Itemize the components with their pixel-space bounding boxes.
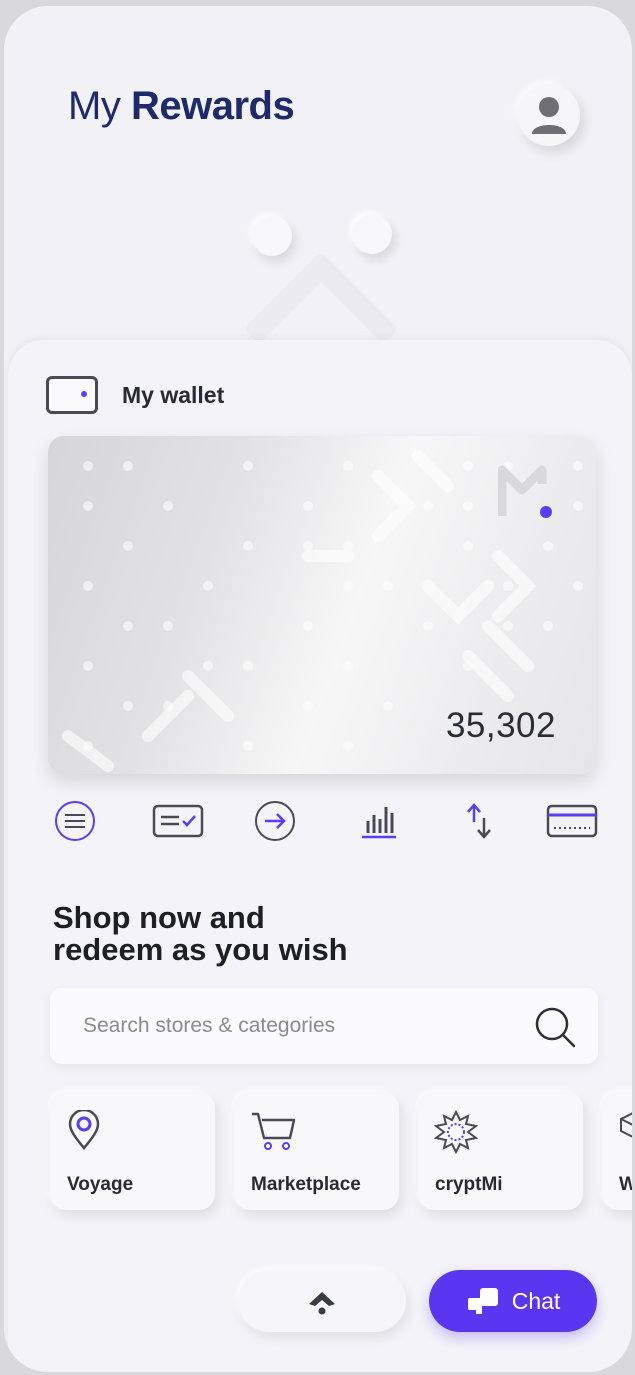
credit-card-icon [546,804,598,838]
category-list: Voyage Marketplace cryptMi W [50,1092,632,1212]
category-label: Marketplace [251,1174,361,1195]
bar-chart-icon [362,807,396,839]
wallet-header: My wallet [46,376,224,414]
decorative-ball [352,214,392,254]
shop-heading: Shop now and redeem as you wish [53,902,348,966]
category-label: W [619,1174,632,1195]
category-marketplace[interactable]: Marketplace [234,1092,399,1210]
search-input[interactable]: Search stores & categories [83,1014,335,1038]
chat-icon [467,1288,498,1314]
action-card[interactable] [544,796,600,846]
location-pin-icon [68,1110,100,1150]
action-card-check[interactable] [148,796,208,846]
cube-icon [620,1112,632,1138]
header: My Rewards [4,6,632,407]
decorative-ball [252,216,292,256]
shop-heading-line1: Shop now and [53,900,265,935]
wallet-label: My wallet [122,381,225,408]
category-voyage[interactable]: Voyage [50,1092,215,1210]
page-title: My Rewards [68,84,295,129]
wallet-card[interactable]: 35,302 [48,436,596,774]
category-label: cryptMi [435,1174,503,1195]
category-cryptmi[interactable]: cryptMi [418,1092,583,1210]
wallet-icon [46,376,98,414]
content-sheet: My wallet 35,302 Shop now and redeem as … [8,340,632,1372]
chat-button[interactable]: Chat [429,1270,597,1332]
shopping-cart-icon [252,1112,296,1150]
action-send[interactable] [250,796,300,846]
transfer-arrows-icon [467,803,491,839]
category-w[interactable]: W [602,1092,632,1210]
search-icon[interactable] [532,1004,578,1050]
category-label: Voyage [67,1174,134,1195]
wallet-actions [44,796,604,846]
arrow-right-circle-icon [255,801,295,841]
page-title-bold: Rewards [130,84,295,128]
action-menu[interactable] [50,796,100,846]
scroll-up-button[interactable] [238,1270,406,1332]
chat-label: Chat [511,1287,561,1314]
card-check-icon [152,804,204,838]
shop-heading-line2: redeem as you wish [53,932,348,967]
menu-lines-icon [55,801,95,841]
action-transfer[interactable] [454,796,504,846]
action-stats[interactable] [354,796,404,846]
page-title-light: My [68,84,121,128]
avatar-button[interactable] [518,84,580,146]
phone-screen: My Rewards My wallet 35,302 Shop now and… [4,6,632,1372]
wallet-balance: 35,302 [445,706,556,745]
search-bar[interactable]: Search stores & categories [50,988,598,1064]
user-avatar-icon [532,97,566,134]
card-logo-icon [498,465,552,518]
chevron-up-icon [309,1292,335,1315]
crypto-burst-icon [434,1110,478,1154]
